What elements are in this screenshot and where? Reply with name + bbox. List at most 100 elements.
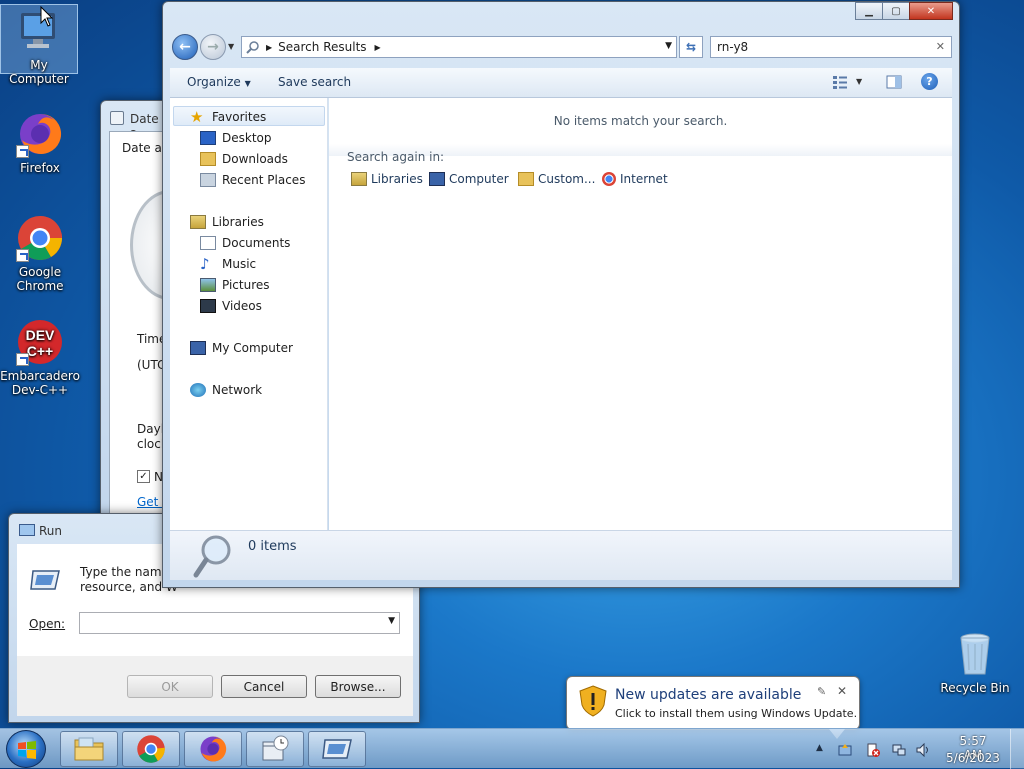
nav-item-favorites[interactable]: ★ Favorites — [190, 107, 266, 127]
taskbar-date-time-button[interactable] — [246, 731, 304, 767]
nav-item-music[interactable]: ♪ Music — [200, 254, 256, 274]
save-search-button[interactable]: Save search — [278, 75, 351, 89]
empty-message: No items match your search. — [553, 114, 728, 128]
search-again-custom[interactable]: Custom... — [518, 172, 595, 186]
minimize-button[interactable]: ▁ — [855, 2, 883, 20]
nav-item-documents[interactable]: Documents — [200, 233, 290, 253]
maximize-button[interactable]: ▢ — [882, 2, 910, 20]
show-hidden-icons-icon[interactable]: ▲ — [816, 743, 823, 753]
nav-item-libraries[interactable]: Libraries — [190, 212, 264, 232]
shield-warning-icon — [579, 685, 607, 717]
run-icon — [19, 524, 35, 536]
desktop-icon-google-chrome[interactable]: Google Chrome — [0, 214, 80, 293]
nav-label: Libraries — [212, 215, 264, 229]
navigation-pane: ★ Favorites Desktop Downloads Recent Plac… — [170, 98, 328, 530]
start-button[interactable] — [6, 730, 46, 768]
taskbar-explorer-button[interactable] — [60, 731, 118, 767]
nav-item-pictures[interactable]: Pictures — [200, 275, 270, 295]
address-bar[interactable]: ▶ Search Results ▶ ▼ — [241, 36, 677, 58]
address-dropdown-icon[interactable]: ▼ — [665, 41, 672, 51]
search-box[interactable]: rn-y8 ✕ — [710, 36, 952, 58]
nav-item-recent-places[interactable]: Recent Places — [200, 170, 305, 190]
computer-icon — [429, 172, 445, 186]
help-icon[interactable]: ? — [921, 73, 938, 90]
desktop-icon-my-computer[interactable]: My Computer — [0, 4, 78, 86]
calendar-clock-icon — [262, 735, 289, 761]
videos-icon — [200, 299, 216, 313]
desktop-icon-recycle-bin[interactable]: Recycle Bin — [935, 630, 1015, 695]
search-icon — [246, 41, 259, 54]
desktop-icon-firefox[interactable]: Firefox — [0, 110, 80, 175]
chevron-down-icon[interactable]: ▼ — [388, 616, 395, 626]
search-location-label: Custom... — [538, 172, 596, 186]
network-tray-icon[interactable] — [892, 743, 906, 757]
chevron-down-icon: ▼ — [244, 79, 251, 88]
clock-icon — [110, 111, 124, 125]
back-button[interactable]: ← — [172, 34, 198, 60]
chrome-icon — [602, 172, 616, 186]
chevron-down-icon[interactable]: ▼ — [856, 77, 862, 86]
close-icon[interactable]: ✕ — [837, 684, 847, 698]
nav-item-downloads[interactable]: Downloads — [200, 149, 288, 169]
ok-button[interactable]: OK — [127, 675, 213, 698]
show-desktop-button[interactable] — [1010, 729, 1024, 769]
search-again-computer[interactable]: Computer — [429, 172, 509, 186]
forward-button[interactable]: → — [200, 34, 226, 60]
taskbar-run-button[interactable] — [308, 731, 366, 767]
open-combobox[interactable]: ▼ — [79, 612, 400, 634]
nav-item-desktop[interactable]: Desktop — [200, 128, 272, 148]
shortcut-arrow-icon — [16, 353, 29, 366]
breadcrumb-separator-icon[interactable]: ▶ — [375, 43, 381, 52]
breadcrumb[interactable]: Search Results — [278, 40, 366, 54]
browse-button[interactable]: Browse... — [315, 675, 401, 698]
taskbar: ▲ 5:57 AM 5/6/2023 — [0, 728, 1024, 769]
volume-icon[interactable] — [916, 743, 930, 757]
svg-text:C++: C++ — [27, 343, 53, 359]
desktop-icon-label: My Computer — [9, 58, 69, 86]
nav-label: Favorites — [212, 110, 267, 124]
close-button[interactable]: ✕ — [909, 2, 953, 20]
notification-body: Click to install them using Windows Upda… — [615, 707, 858, 720]
search-input[interactable]: rn-y8 — [717, 40, 748, 54]
preview-pane-icon[interactable] — [886, 75, 902, 89]
desktop-icon-label: Google Chrome — [16, 265, 64, 293]
explorer-window[interactable]: ▁ ▢ ✕ ← → ▼ ▶ Search Results ▶ ▼ ⇆ rn-y8… — [162, 1, 960, 588]
taskbar-chrome-button[interactable] — [122, 731, 180, 767]
action-center-icon[interactable] — [866, 743, 880, 757]
change-view-icon[interactable] — [832, 75, 848, 89]
libraries-icon — [351, 172, 367, 186]
nav-label: Downloads — [222, 152, 288, 166]
search-again-internet[interactable]: Internet — [602, 172, 668, 186]
recent-pages-chevron-icon[interactable]: ▼ — [228, 42, 234, 51]
windows-update-tray-icon[interactable] — [838, 743, 852, 757]
nav-item-videos[interactable]: Videos — [200, 296, 262, 316]
results-pane: No items match your search. Search again… — [329, 98, 952, 530]
refresh-button[interactable]: ⇆ — [679, 36, 703, 58]
organize-button[interactable]: Organize ▼ — [187, 75, 251, 89]
firefox-icon — [16, 110, 64, 158]
details-pane: 0 items — [170, 530, 952, 580]
search-again-libraries[interactable]: Libraries — [351, 172, 423, 186]
update-notification[interactable]: New updates are available Click to insta… — [566, 676, 860, 739]
notify-checkbox[interactable]: ✓ — [137, 470, 150, 483]
search-location-label: Libraries — [371, 172, 423, 186]
date-time-window[interactable]: Date a Date an Time (UTC Dayli clock ✓ N… — [100, 100, 210, 520]
clock-date[interactable]: 5/6/2023 — [946, 751, 1000, 765]
options-icon[interactable]: ✎ — [817, 685, 826, 698]
search-magnifier-icon — [193, 535, 231, 578]
folder-icon — [74, 737, 104, 761]
libraries-icon — [190, 215, 206, 229]
clear-search-icon[interactable]: ✕ — [936, 40, 945, 53]
desktop-icon-devcpp[interactable]: DEV C++ Embarcadero Dev-C++ — [0, 318, 80, 397]
taskbar-firefox-button[interactable] — [184, 731, 242, 767]
command-bar: Organize ▼ Save search ▼ ? — [170, 68, 952, 98]
cancel-button[interactable]: Cancel — [221, 675, 307, 698]
computer-icon — [190, 341, 206, 355]
nav-item-network[interactable]: Network — [190, 380, 262, 400]
run-program-icon — [30, 570, 60, 590]
network-icon — [190, 383, 206, 397]
search-location-label: Computer — [449, 172, 509, 186]
nav-item-my-computer[interactable]: My Computer — [190, 338, 293, 358]
breadcrumb-separator-icon: ▶ — [266, 42, 273, 52]
recycle-bin-icon — [951, 630, 999, 678]
